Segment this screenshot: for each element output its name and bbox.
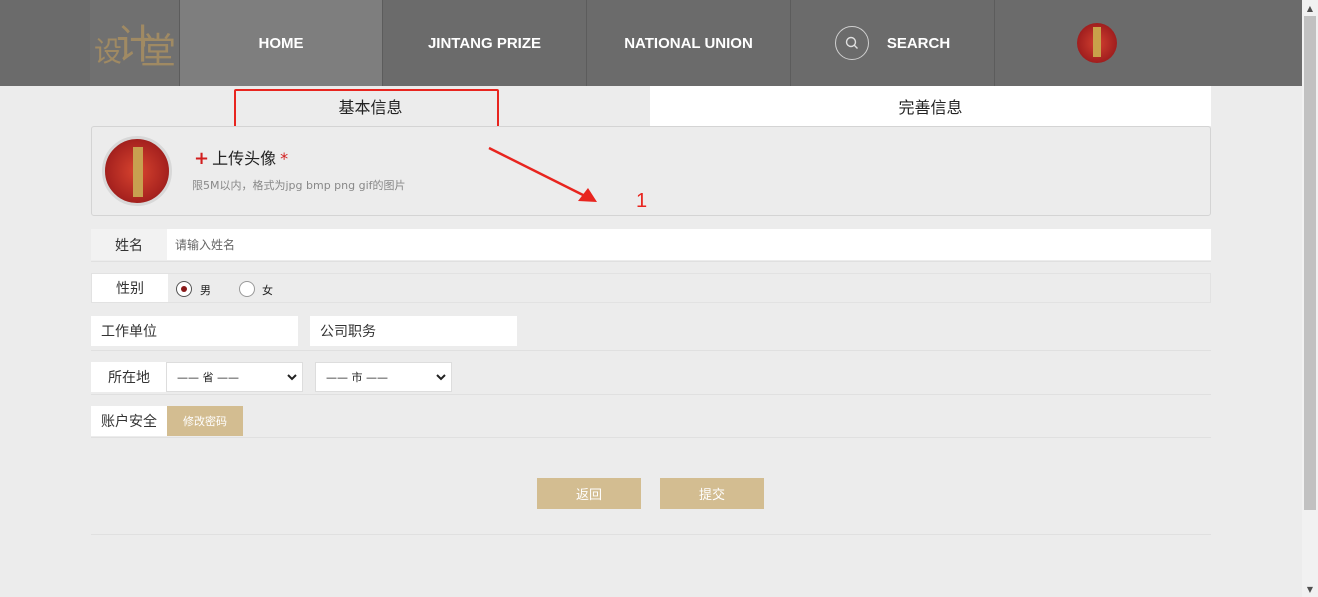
- nav-search-label: SEARCH: [886, 34, 951, 52]
- org-label: 工作单位: [91, 316, 167, 346]
- chevron-down-icon: [436, 374, 446, 381]
- gender-female-radio[interactable]: [239, 281, 255, 297]
- gender-label: 性别: [92, 274, 168, 302]
- divider: [91, 350, 1211, 351]
- province-select-value: —— 省 ——: [177, 371, 239, 384]
- name-row: 姓名: [91, 229, 1211, 260]
- position-label: 公司职务: [310, 316, 386, 346]
- nav-home-label: HOME: [258, 34, 304, 52]
- site-logo[interactable]: 设 计 堂: [90, 0, 179, 86]
- required-mark: *: [280, 149, 289, 168]
- annotation-number: 1: [636, 190, 648, 212]
- nav-user[interactable]: [995, 0, 1199, 86]
- upload-avatar-panel: + 上传头像 * 限5M以内，格式为jpg bmp png gif的图片: [91, 126, 1211, 216]
- org-input[interactable]: [167, 316, 298, 346]
- nav-search[interactable]: SEARCH: [791, 0, 995, 86]
- name-input[interactable]: [167, 229, 1211, 260]
- submit-button[interactable]: 提交: [660, 478, 764, 509]
- city-select-value: —— 市 ——: [326, 371, 388, 384]
- logo-char-3: 堂: [140, 31, 177, 72]
- name-label: 姓名: [91, 229, 167, 260]
- province-select[interactable]: —— 省 ——: [166, 362, 303, 392]
- upload-avatar-label: 上传头像: [212, 149, 277, 168]
- tab-complete-info[interactable]: 完善信息: [650, 86, 1211, 126]
- divider: [91, 534, 1211, 535]
- search-icon: [834, 26, 869, 60]
- scrollbar-thumb[interactable]: [1304, 16, 1316, 510]
- nav-jintang-prize[interactable]: JINTANG PRIZE: [383, 0, 587, 86]
- position-input[interactable]: [386, 316, 517, 346]
- upload-hint: 限5M以内，格式为jpg bmp png gif的图片: [192, 179, 406, 192]
- scroll-down-arrow-icon[interactable]: ▼: [1302, 581, 1318, 597]
- change-password-button[interactable]: 修改密码: [167, 406, 243, 436]
- gender-male-label: 男: [200, 284, 211, 297]
- divider: [91, 437, 1211, 438]
- nav-prize-label: JINTANG PRIZE: [427, 34, 542, 52]
- page-scrollbar[interactable]: ▲ ▼: [1302, 0, 1318, 597]
- divider: [91, 261, 1211, 262]
- profile-avatar-preview[interactable]: [102, 136, 172, 206]
- annotation-arrow-icon: [488, 146, 597, 202]
- annotation-highlight-box: [234, 89, 499, 130]
- nav-home[interactable]: HOME: [179, 0, 383, 86]
- nav-union-label: NATIONAL UNION: [624, 34, 753, 52]
- plus-icon: +: [194, 148, 210, 169]
- back-button[interactable]: 返回: [537, 478, 641, 509]
- nav-national-union[interactable]: NATIONAL UNION: [587, 0, 791, 86]
- upload-avatar-button[interactable]: + 上传头像 *: [194, 145, 288, 169]
- user-avatar[interactable]: [1077, 23, 1117, 63]
- gender-row: 性别 男 女: [91, 273, 1211, 303]
- location-label: 所在地: [91, 362, 167, 392]
- account-security-label: 账户安全: [91, 406, 167, 436]
- gender-male-radio[interactable]: [176, 281, 192, 297]
- chevron-down-icon: [287, 374, 297, 381]
- divider: [91, 394, 1211, 395]
- top-navigation-bar: 设 计 堂 HOME JINTANG PRIZE NATIONAL UNION …: [0, 0, 1302, 86]
- city-select[interactable]: —— 市 ——: [315, 362, 452, 392]
- tab-complete-info-label: 完善信息: [898, 98, 963, 117]
- gender-female-label: 女: [262, 284, 273, 297]
- scroll-up-arrow-icon[interactable]: ▲: [1302, 0, 1318, 16]
